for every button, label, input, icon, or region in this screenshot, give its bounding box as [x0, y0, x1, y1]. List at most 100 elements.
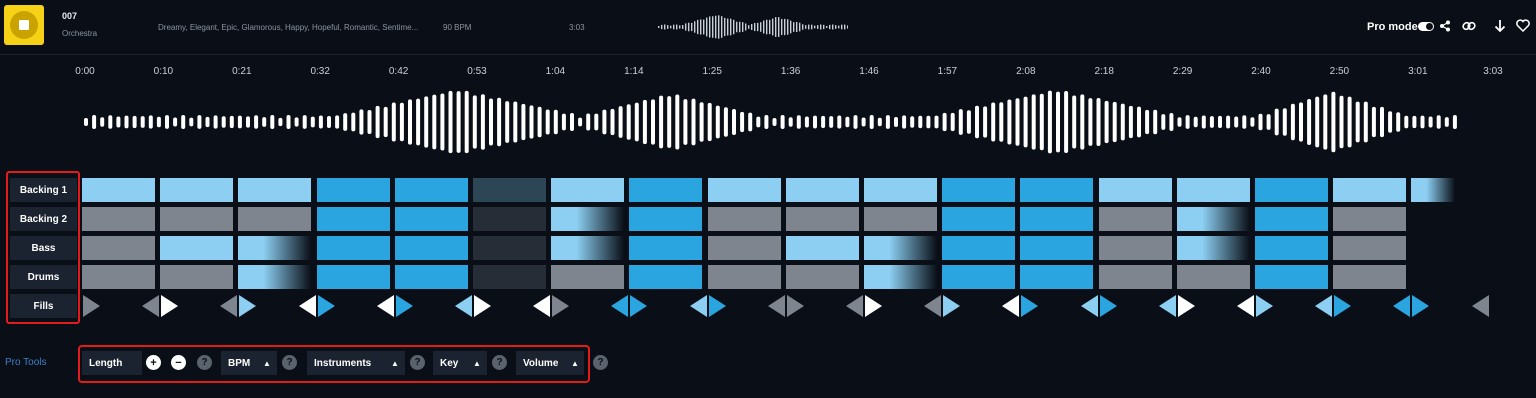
section-block[interactable]	[864, 265, 937, 289]
fill-in-right-marker[interactable]	[1256, 295, 1273, 317]
section-block[interactable]	[785, 178, 859, 202]
section-block[interactable]	[473, 178, 546, 202]
section-block[interactable]	[551, 265, 625, 289]
fill-in-right-marker[interactable]	[708, 295, 726, 317]
fill-in-right-marker[interactable]	[1412, 295, 1430, 317]
fill-in-left-marker[interactable]	[1080, 295, 1098, 317]
section-block[interactable]	[551, 236, 625, 260]
section-block[interactable]	[707, 236, 781, 260]
fill-in-left-marker[interactable]	[142, 295, 160, 317]
volume-help-icon[interactable]: ?	[593, 355, 608, 370]
fill-in-left-marker[interactable]	[376, 295, 394, 317]
bpm-help-icon[interactable]: ?	[282, 355, 297, 370]
fill-in-left-marker[interactable]	[846, 295, 863, 317]
fill-in-left-marker[interactable]	[220, 295, 238, 317]
section-block[interactable]	[82, 178, 155, 202]
fill-in-right-marker[interactable]	[239, 295, 257, 317]
fill-in-left-marker[interactable]	[1315, 295, 1333, 317]
fill-in-left-marker[interactable]	[533, 295, 551, 317]
fill-in-right-marker[interactable]	[395, 295, 413, 317]
section-block[interactable]	[785, 207, 859, 231]
length-plus-button[interactable]: +	[146, 355, 161, 370]
section-block[interactable]	[1255, 265, 1328, 289]
section-block[interactable]	[316, 207, 390, 231]
fill-in-left-marker[interactable]	[1393, 295, 1411, 317]
section-block[interactable]	[394, 265, 468, 289]
section-block[interactable]	[473, 265, 546, 289]
section-block[interactable]	[238, 265, 312, 289]
section-block[interactable]	[629, 236, 703, 260]
fill-in-left-marker[interactable]	[767, 295, 785, 317]
section-block[interactable]	[707, 178, 781, 202]
fill-in-right-marker[interactable]	[1177, 295, 1195, 317]
section-block[interactable]	[551, 207, 625, 231]
section-block[interactable]	[707, 207, 781, 231]
section-block[interactable]	[1098, 178, 1172, 202]
fill-in-right-marker[interactable]	[786, 295, 804, 317]
section-block[interactable]	[864, 207, 937, 231]
section-block[interactable]	[1020, 207, 1094, 231]
section-block[interactable]	[785, 265, 859, 289]
section-block[interactable]	[551, 178, 625, 202]
section-block[interactable]	[82, 207, 155, 231]
key-help-icon[interactable]: ?	[492, 355, 507, 370]
section-block[interactable]	[394, 178, 468, 202]
section-block[interactable]	[942, 178, 1016, 202]
section-block[interactable]	[942, 207, 1016, 231]
section-block[interactable]	[1255, 236, 1328, 260]
section-block[interactable]	[1098, 207, 1172, 231]
section-block[interactable]	[864, 178, 937, 202]
section-block[interactable]	[1333, 236, 1407, 260]
section-block[interactable]	[316, 178, 390, 202]
section-block[interactable]	[238, 207, 312, 231]
section-block[interactable]	[629, 178, 703, 202]
section-block[interactable]	[1411, 178, 1456, 202]
section-block[interactable]	[473, 236, 546, 260]
fill-in-right-marker[interactable]	[1021, 295, 1039, 317]
section-block[interactable]	[1255, 207, 1328, 231]
instruments-help-icon[interactable]: ?	[410, 355, 425, 370]
fill-in-right-marker[interactable]	[83, 295, 100, 317]
fill-in-right-marker[interactable]	[943, 295, 961, 317]
section-block[interactable]	[473, 207, 546, 231]
fill-in-right-marker[interactable]	[317, 295, 335, 317]
section-block[interactable]	[160, 265, 234, 289]
fill-in-left-marker[interactable]	[611, 295, 629, 317]
fill-in-left-marker[interactable]	[689, 295, 707, 317]
fill-in-right-marker[interactable]	[1099, 295, 1117, 317]
section-block[interactable]	[1098, 236, 1172, 260]
section-block[interactable]	[1176, 178, 1250, 202]
section-block[interactable]	[238, 236, 312, 260]
section-block[interactable]	[942, 265, 1016, 289]
fill-in-left-marker[interactable]	[1471, 295, 1489, 317]
section-block[interactable]	[160, 178, 234, 202]
section-block[interactable]	[316, 236, 390, 260]
section-block[interactable]	[1098, 265, 1172, 289]
section-block[interactable]	[1176, 236, 1250, 260]
fill-in-right-marker[interactable]	[630, 295, 648, 317]
fill-in-right-marker[interactable]	[1334, 295, 1352, 317]
fill-in-left-marker[interactable]	[1237, 295, 1254, 317]
fill-in-right-marker[interactable]	[474, 295, 491, 317]
fill-in-left-marker[interactable]	[455, 295, 472, 317]
section-block[interactable]	[1176, 207, 1250, 231]
section-block[interactable]	[160, 207, 234, 231]
section-block[interactable]	[82, 236, 155, 260]
section-block[interactable]	[316, 265, 390, 289]
fill-in-left-marker[interactable]	[1158, 295, 1176, 317]
section-block[interactable]	[785, 236, 859, 260]
section-block[interactable]	[629, 265, 703, 289]
section-block[interactable]	[1333, 178, 1407, 202]
length-minus-button[interactable]: −	[171, 355, 186, 370]
section-block[interactable]	[1255, 178, 1328, 202]
section-block[interactable]	[1333, 207, 1407, 231]
fill-in-right-marker[interactable]	[552, 295, 570, 317]
section-block[interactable]	[1020, 178, 1094, 202]
section-block[interactable]	[160, 236, 234, 260]
section-block[interactable]	[394, 207, 468, 231]
fill-in-right-marker[interactable]	[161, 295, 179, 317]
section-block[interactable]	[942, 236, 1016, 260]
section-block[interactable]	[864, 236, 937, 260]
section-block[interactable]	[1176, 265, 1250, 289]
section-block[interactable]	[1020, 265, 1094, 289]
